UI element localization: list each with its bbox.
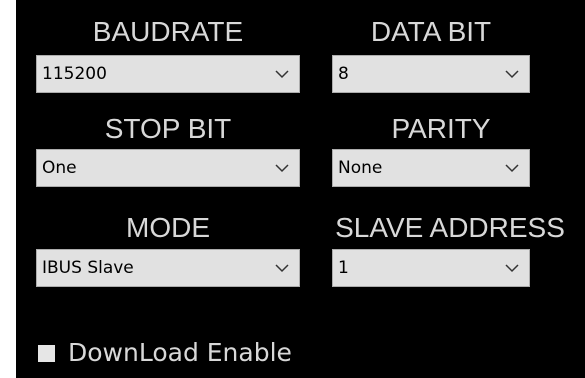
chevron-down-icon [505,70,519,79]
stop-bit-value: One [42,158,77,178]
stop-bit-select[interactable]: One [36,149,300,187]
data-bit-label: DATA BIT [370,16,492,47]
serial-settings-panel: BAUDRATE DATA BIT 115200 8 STOP BIT PARI… [16,0,585,378]
data-bit-value: 8 [338,64,349,84]
slave-address-label: SLAVE ADDRESS [335,212,565,243]
baudrate-label: BAUDRATE [92,16,244,47]
mode-value: IBUS Slave [42,258,134,278]
chevron-down-icon [505,264,519,273]
slave-address-select[interactable]: 1 [332,249,530,287]
mode-select[interactable]: IBUS Slave [36,249,300,287]
download-enable-label[interactable]: DownLoad Enable [68,336,292,370]
stop-bit-label: STOP BIT [104,113,232,144]
slave-address-value: 1 [338,258,349,278]
chevron-down-icon [275,164,289,173]
chevron-down-icon [275,70,289,79]
chevron-down-icon [505,164,519,173]
download-enable-checkbox[interactable] [38,345,55,362]
parity-value: None [338,158,383,178]
mode-label: MODE [126,212,210,243]
baudrate-select[interactable]: 115200 [36,55,300,93]
parity-select[interactable]: None [332,149,530,187]
parity-label: PARITY [391,113,491,144]
data-bit-select[interactable]: 8 [332,55,530,93]
baudrate-value: 115200 [42,64,107,84]
chevron-down-icon [275,264,289,273]
